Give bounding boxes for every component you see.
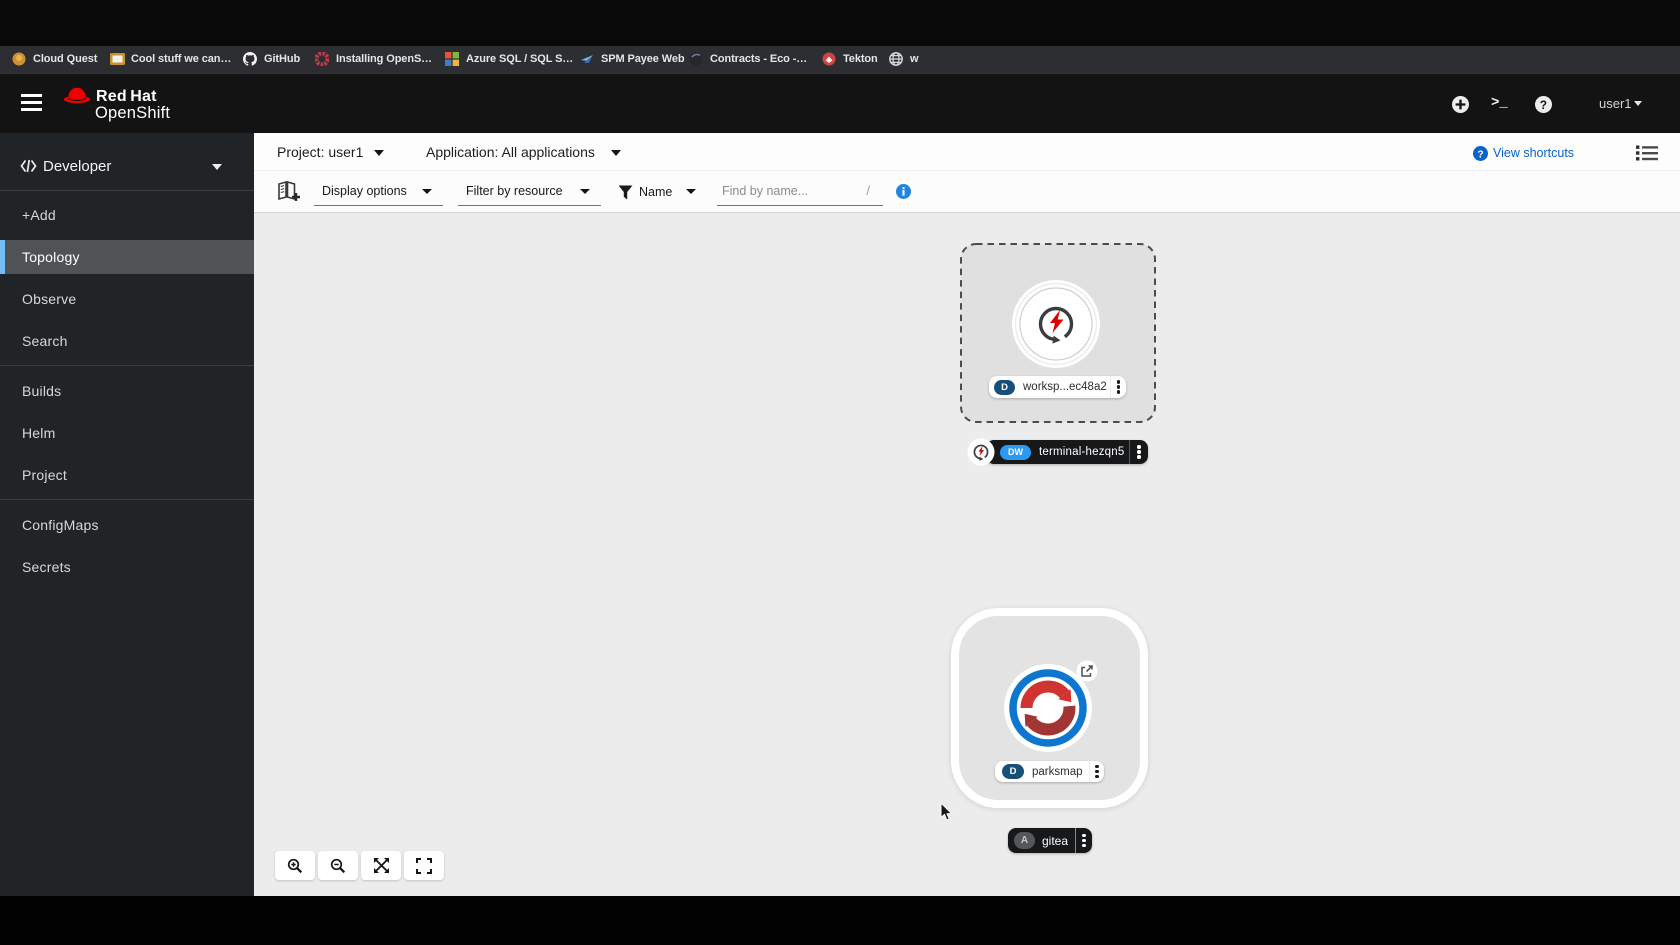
svg-text:?: ? xyxy=(1540,99,1547,112)
svg-text:?: ? xyxy=(1477,149,1483,160)
